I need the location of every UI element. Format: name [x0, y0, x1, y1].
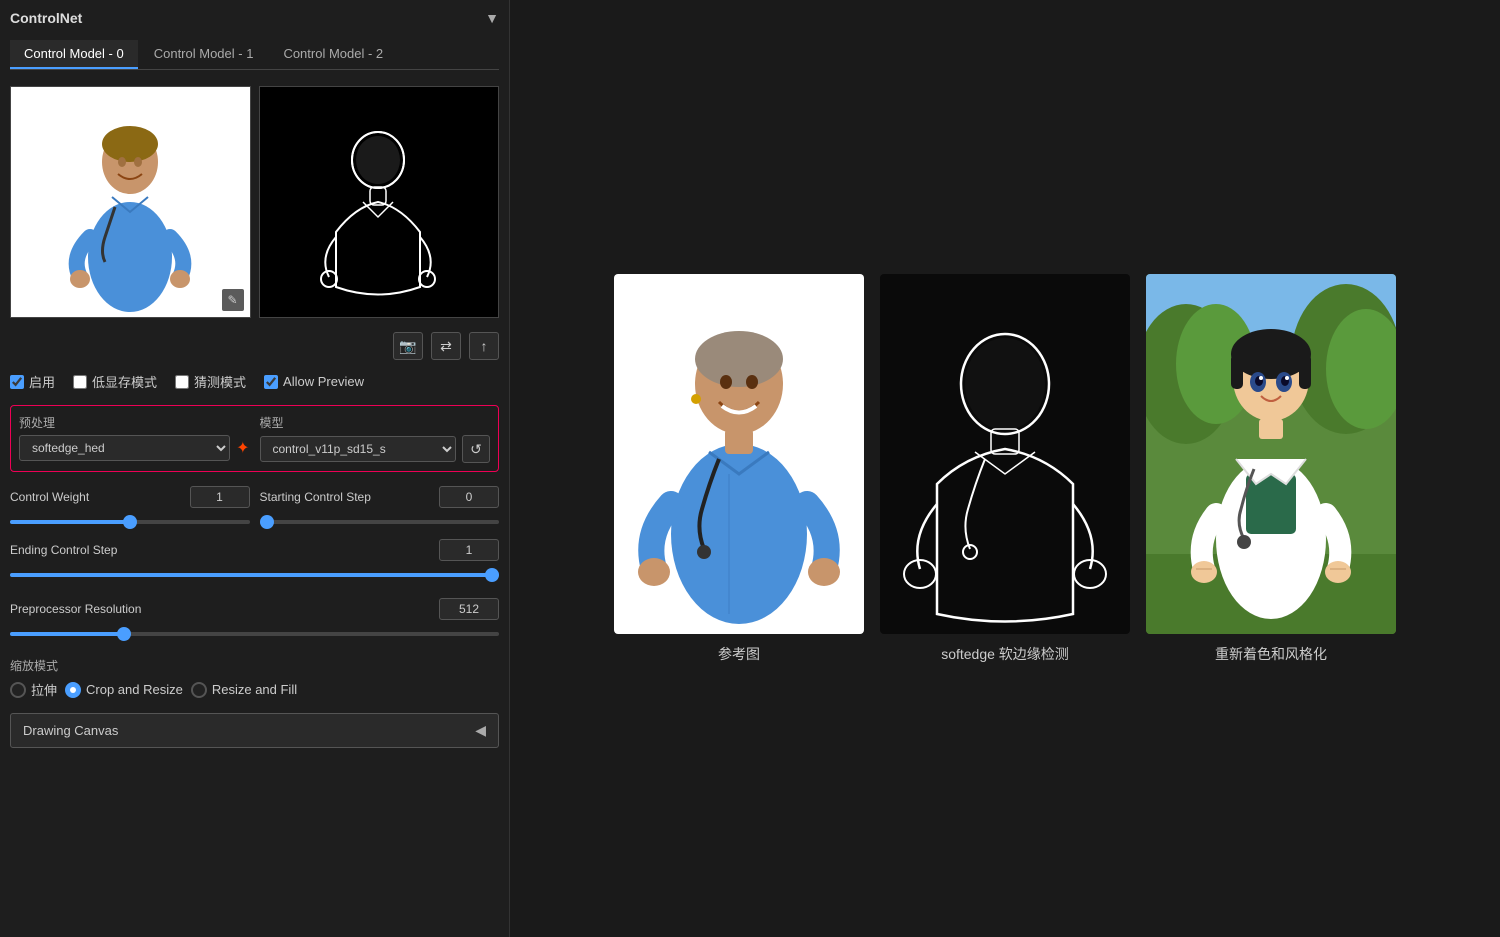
gallery-img-reference — [614, 274, 864, 634]
preprocessor-select-row: softedge_hed ✦ — [19, 435, 250, 461]
gallery-item-stylized: 重新着色和风格化 — [1146, 274, 1396, 664]
tab-control-model-0[interactable]: Control Model - 0 — [10, 40, 138, 69]
nurse-svg — [50, 92, 210, 312]
enable-checkbox-item[interactable]: 启用 — [10, 372, 55, 391]
gallery-caption-stylized: 重新着色和风格化 — [1215, 644, 1327, 664]
gallery-img-stylized — [1146, 274, 1396, 634]
model-col-label: 模型 — [260, 414, 491, 431]
edit-image-btn[interactable]: ✎ — [222, 289, 244, 311]
scale-crop-item[interactable]: Crop and Resize — [65, 682, 183, 698]
scale-mode-section: 缩放模式 拉伸 Crop and Resize Resize and Fill — [10, 657, 499, 699]
star-icon: ✦ — [236, 438, 249, 458]
scale-fill-dot — [191, 682, 207, 698]
camera-btn[interactable]: 📷 — [393, 332, 423, 360]
preprocessor-resolution-label: Preprocessor Resolution — [10, 602, 141, 616]
preprocessor-col-label: 预处理 — [19, 414, 250, 431]
low-vram-checkbox[interactable] — [73, 375, 87, 389]
drawing-canvas-arrow: ◀ — [475, 722, 486, 739]
ending-step-row: Ending Control Step 1 — [10, 539, 499, 580]
scale-crop-label: Crop and Resize — [86, 682, 183, 697]
edge-detection-preview — [260, 87, 499, 317]
preprocessor-resolution-value[interactable]: 512 — [439, 598, 499, 620]
panel-header: ControlNet ▼ — [10, 10, 499, 26]
panel-title: ControlNet — [10, 10, 82, 26]
low-vram-label: 低显存模式 — [92, 372, 157, 391]
right-panel: 参考图 — [510, 0, 1500, 937]
scale-mode-radio-group: 拉伸 Crop and Resize Resize and Fill — [10, 680, 499, 699]
gallery-item-edge: softedge 软边缘检测 — [880, 274, 1130, 664]
control-weight-header: Control Weight 1 — [10, 486, 250, 508]
options-checkbox-row: 启用 低显存模式 猜测模式 Allow Preview — [10, 372, 499, 391]
control-weight-label: Control Weight — [10, 490, 140, 504]
enable-checkbox[interactable] — [10, 375, 24, 389]
action-buttons-row: 📷 ⇄ ↑ — [10, 332, 499, 360]
guess-mode-label: 猜测模式 — [194, 372, 246, 391]
allow-preview-checkbox[interactable] — [264, 375, 278, 389]
guess-mode-checkbox-item[interactable]: 猜测模式 — [175, 372, 246, 391]
edge-svg — [301, 92, 456, 312]
ending-step-value[interactable]: 1 — [439, 539, 499, 561]
reference-nurse-svg — [614, 274, 864, 634]
preprocessor-select[interactable]: softedge_hed — [19, 435, 230, 461]
gallery-img-edge — [880, 274, 1130, 634]
model-preprocessor-section: 预处理 softedge_hed ✦ 模型 control_v11p_sd15_… — [10, 405, 499, 472]
scale-stretch-label: 拉伸 — [31, 680, 57, 699]
starting-step-slider[interactable] — [260, 520, 500, 524]
stylized-svg — [1146, 274, 1396, 634]
control-weight-col: Control Weight 1 — [10, 486, 250, 527]
tab-control-model-1[interactable]: Control Model - 1 — [140, 40, 268, 69]
preprocessor-resolution-header: Preprocessor Resolution 512 — [10, 598, 499, 620]
model-col: 模型 control_v11p_sd15_s ↺ — [260, 414, 491, 463]
guess-mode-checkbox[interactable] — [175, 375, 189, 389]
ending-step-label: Ending Control Step — [10, 543, 140, 557]
panel-collapse-arrow[interactable]: ▼ — [485, 10, 499, 26]
preprocessor-resolution-row: Preprocessor Resolution 512 — [10, 598, 499, 639]
gallery-item-reference: 参考图 — [614, 274, 864, 664]
scale-stretch-dot — [10, 682, 26, 698]
preprocessor-col: 预处理 softedge_hed ✦ — [19, 414, 250, 463]
starting-step-label: Starting Control Step — [260, 490, 390, 504]
scale-fill-label: Resize and Fill — [212, 682, 297, 697]
scale-mode-label: 缩放模式 — [10, 657, 499, 674]
drawing-canvas-row[interactable]: Drawing Canvas ◀ — [10, 713, 499, 748]
preprocessor-resolution-slider[interactable] — [10, 632, 499, 636]
starting-step-col: Starting Control Step 0 — [260, 486, 500, 527]
model-select-row: control_v11p_sd15_s ↺ — [260, 435, 491, 463]
control-weight-slider[interactable] — [10, 520, 250, 524]
model-select[interactable]: control_v11p_sd15_s — [260, 436, 457, 462]
refresh-model-btn[interactable]: ↺ — [462, 435, 490, 463]
nurse-photo — [11, 87, 250, 317]
ending-step-header: Ending Control Step 1 — [10, 539, 499, 561]
starting-step-value[interactable]: 0 — [439, 486, 499, 508]
image-gallery: 参考图 — [614, 274, 1396, 664]
allow-preview-label: Allow Preview — [283, 374, 364, 389]
scale-crop-dot — [65, 682, 81, 698]
model-row: 预处理 softedge_hed ✦ 模型 control_v11p_sd15_… — [19, 414, 490, 463]
swap-btn[interactable]: ⇄ — [431, 332, 461, 360]
drawing-canvas-label: Drawing Canvas — [23, 723, 118, 738]
upload-btn[interactable]: ↑ — [469, 332, 499, 360]
model-tabs: Control Model - 0 Control Model - 1 Cont… — [10, 40, 499, 70]
weight-and-start-sliders: Control Weight 1 Starting Control Step 0 — [10, 486, 499, 527]
control-weight-value[interactable]: 1 — [190, 486, 250, 508]
enable-label: 启用 — [29, 372, 55, 391]
image-preview-row: ⊞ 图像 ↺ ✕ — [10, 86, 499, 318]
allow-preview-checkbox-item[interactable]: Allow Preview — [264, 374, 364, 389]
starting-step-header: Starting Control Step 0 — [260, 486, 500, 508]
ending-step-slider[interactable] — [10, 573, 499, 577]
tab-control-model-2[interactable]: Control Model - 2 — [269, 40, 397, 69]
gallery-caption-edge: softedge 软边缘检测 — [941, 644, 1069, 664]
edge-detection-svg — [880, 274, 1130, 634]
low-vram-checkbox-item[interactable]: 低显存模式 — [73, 372, 157, 391]
source-image-box: ⊞ 图像 ↺ ✕ — [10, 86, 251, 318]
left-panel: ControlNet ▼ Control Model - 0 Control M… — [0, 0, 510, 937]
scale-fill-item[interactable]: Resize and Fill — [191, 682, 297, 698]
preprocessor-preview-box: ▣ Preprocessor Preview ⬇ — [259, 86, 500, 318]
scale-stretch-item[interactable]: 拉伸 — [10, 680, 57, 699]
gallery-caption-reference: 参考图 — [718, 644, 760, 664]
